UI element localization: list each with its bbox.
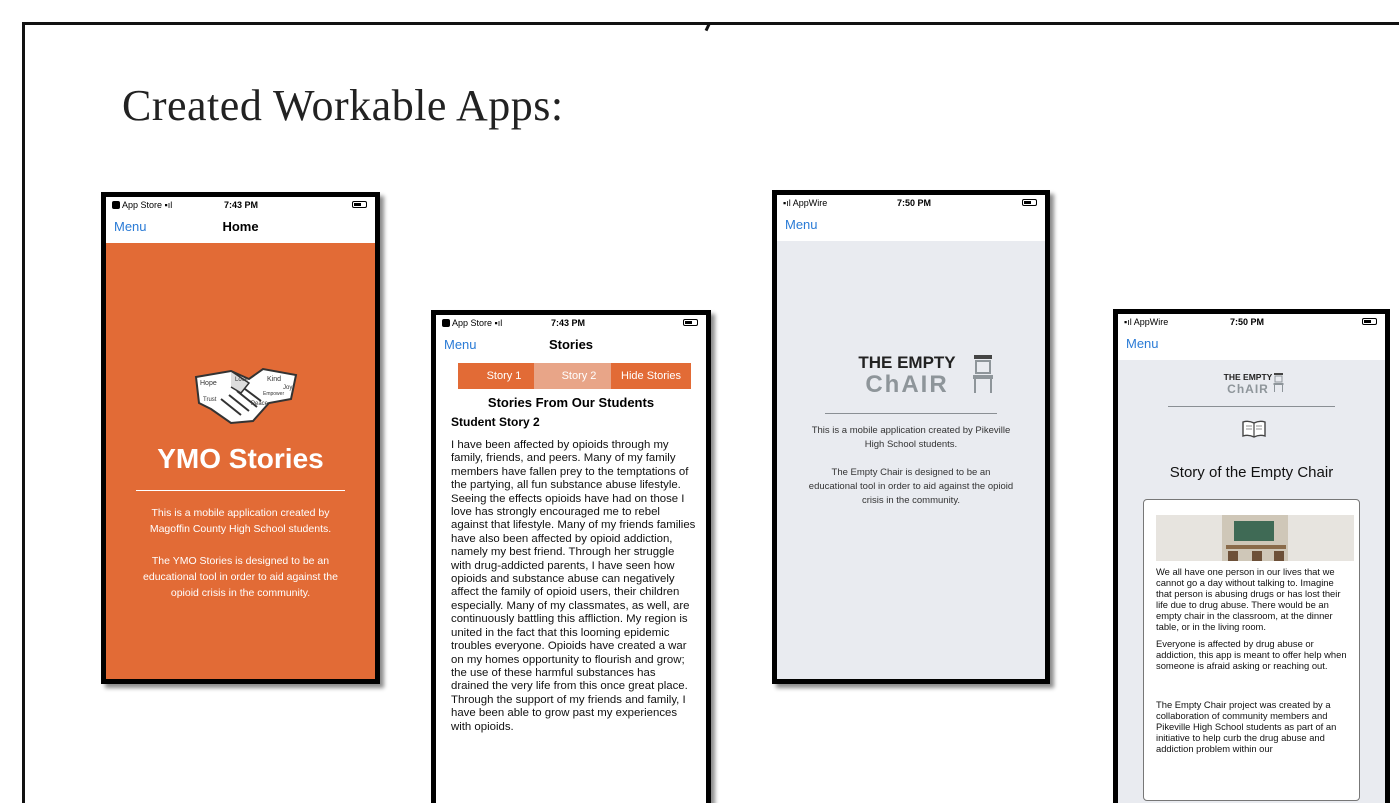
divider bbox=[825, 413, 997, 414]
story-body: I have been affected by opioids through … bbox=[451, 439, 696, 733]
navbar: Menu bbox=[777, 211, 1045, 239]
logo-line-1: THE EMPTY bbox=[858, 353, 956, 372]
menu-button[interactable]: Menu bbox=[1126, 336, 1159, 351]
logo-word-joy: Joy bbox=[283, 385, 292, 391]
slide-title: Created Workable Apps: bbox=[122, 81, 564, 130]
battery-icon bbox=[1022, 199, 1037, 206]
carrier-label: AppWire bbox=[792, 198, 828, 208]
app-description: This is a mobile application created by … bbox=[811, 425, 1011, 450]
status-bar: ▪ıl AppWire 7:50 PM bbox=[1118, 314, 1385, 330]
section-title: Story of the Empty Chair bbox=[1169, 464, 1334, 481]
empty-chair-logo: THE EMPTY ChAIR bbox=[1208, 372, 1288, 396]
carrier-label: App Store bbox=[122, 200, 163, 210]
app-purpose: The YMO Stories is designed to be an edu… bbox=[143, 555, 338, 599]
story-paragraph-1: We all have one person in our lives that… bbox=[1156, 566, 1341, 632]
battery-icon bbox=[1362, 318, 1377, 325]
signal-icon: ▪ıl bbox=[1124, 317, 1134, 327]
navbar: Menu Home bbox=[106, 213, 375, 241]
chair-icon bbox=[973, 355, 993, 393]
story-paragraph-2: Everyone is affected by drug abuse or ad… bbox=[1156, 638, 1347, 671]
carrier-label: App Store bbox=[452, 318, 493, 328]
status-time: 7:50 PM bbox=[1230, 317, 1265, 327]
navbar: Menu bbox=[1118, 330, 1385, 358]
signal-icon: ▪ıl bbox=[164, 200, 173, 210]
phone-empty-chair-story: ▪ıl AppWire 7:50 PM Menu THE EMPTY ChAIR bbox=[1113, 309, 1390, 803]
phone-ymo-home: App Store ▪ıl 7:43 PM Menu Home Hope Lov… bbox=[101, 192, 380, 684]
divider bbox=[136, 490, 345, 491]
book-icon bbox=[1242, 420, 1266, 438]
app-title: YMO Stories bbox=[157, 443, 324, 474]
logo-word-kind: Kind bbox=[267, 376, 281, 383]
story-paragraph-3: The Empty Chair project was created by a… bbox=[1156, 699, 1337, 754]
story-content: THE EMPTY ChAIR Story of the Empty Chair bbox=[1118, 360, 1385, 803]
story-subheading: Student Story 2 bbox=[451, 415, 540, 429]
logo-word-peace: Peace bbox=[251, 401, 269, 407]
status-time: 7:43 PM bbox=[551, 318, 586, 328]
app-description: This is a mobile application created by … bbox=[149, 507, 332, 535]
status-bar: ▪ıl AppWire 7:50 PM bbox=[777, 195, 1045, 211]
logo-word-empower: Empower bbox=[263, 391, 284, 397]
home-content: THE EMPTY ChAIR This is a mobile applica… bbox=[777, 241, 1045, 679]
stories-heading: Stories From Our Students bbox=[487, 395, 655, 410]
status-time: 7:43 PM bbox=[224, 200, 259, 210]
carrier-label: AppWire bbox=[1133, 317, 1169, 327]
logo-word-love: Love bbox=[235, 377, 249, 383]
signal-icon: ▪ıl bbox=[783, 198, 793, 208]
signal-icon: ▪ıl bbox=[494, 318, 503, 328]
status-time: 7:50 PM bbox=[897, 198, 932, 208]
logo-word-hope: Hope bbox=[200, 380, 217, 387]
empty-chair-logo: THE EMPTY ChAIR bbox=[832, 353, 993, 399]
hide-stories-button[interactable]: Hide Stories bbox=[611, 363, 691, 389]
battery-icon bbox=[683, 319, 698, 326]
app-purpose: The Empty Chair is designed to be an edu… bbox=[808, 467, 1014, 506]
phone-ymo-stories: App Store ▪ıl 7:43 PM Menu Stories Story… bbox=[431, 310, 711, 803]
navbar: Menu Stories bbox=[436, 331, 706, 359]
nav-title: Home bbox=[222, 219, 259, 234]
nav-title: Stories bbox=[548, 337, 594, 352]
menu-button[interactable]: Menu bbox=[785, 217, 818, 232]
chair-icon bbox=[1273, 373, 1284, 392]
handshake-logo-icon: Hope Love Kind Joy Trust Empower Peace bbox=[194, 367, 298, 425]
logo-line-2: ChAIR bbox=[865, 371, 949, 398]
app-store-icon bbox=[112, 201, 120, 209]
logo-word-trust: Trust bbox=[203, 397, 217, 403]
battery-icon bbox=[352, 201, 367, 208]
phone-empty-chair-home: ▪ıl AppWire 7:50 PM Menu THE EMPTY ChAIR… bbox=[772, 190, 1050, 684]
classroom-photo bbox=[1156, 515, 1354, 561]
status-bar: App Store ▪ıl 7:43 PM bbox=[436, 315, 706, 331]
app-store-icon bbox=[442, 319, 450, 327]
status-bar: App Store ▪ıl 7:43 PM bbox=[106, 197, 375, 213]
divider bbox=[1168, 406, 1335, 407]
story-tabs: Story 1 Story 2 Hide Stories bbox=[436, 363, 706, 391]
home-content: Hope Love Kind Joy Trust Empower Peace Y… bbox=[106, 243, 375, 679]
story-card: We all have one person in our lives that… bbox=[1143, 499, 1360, 801]
